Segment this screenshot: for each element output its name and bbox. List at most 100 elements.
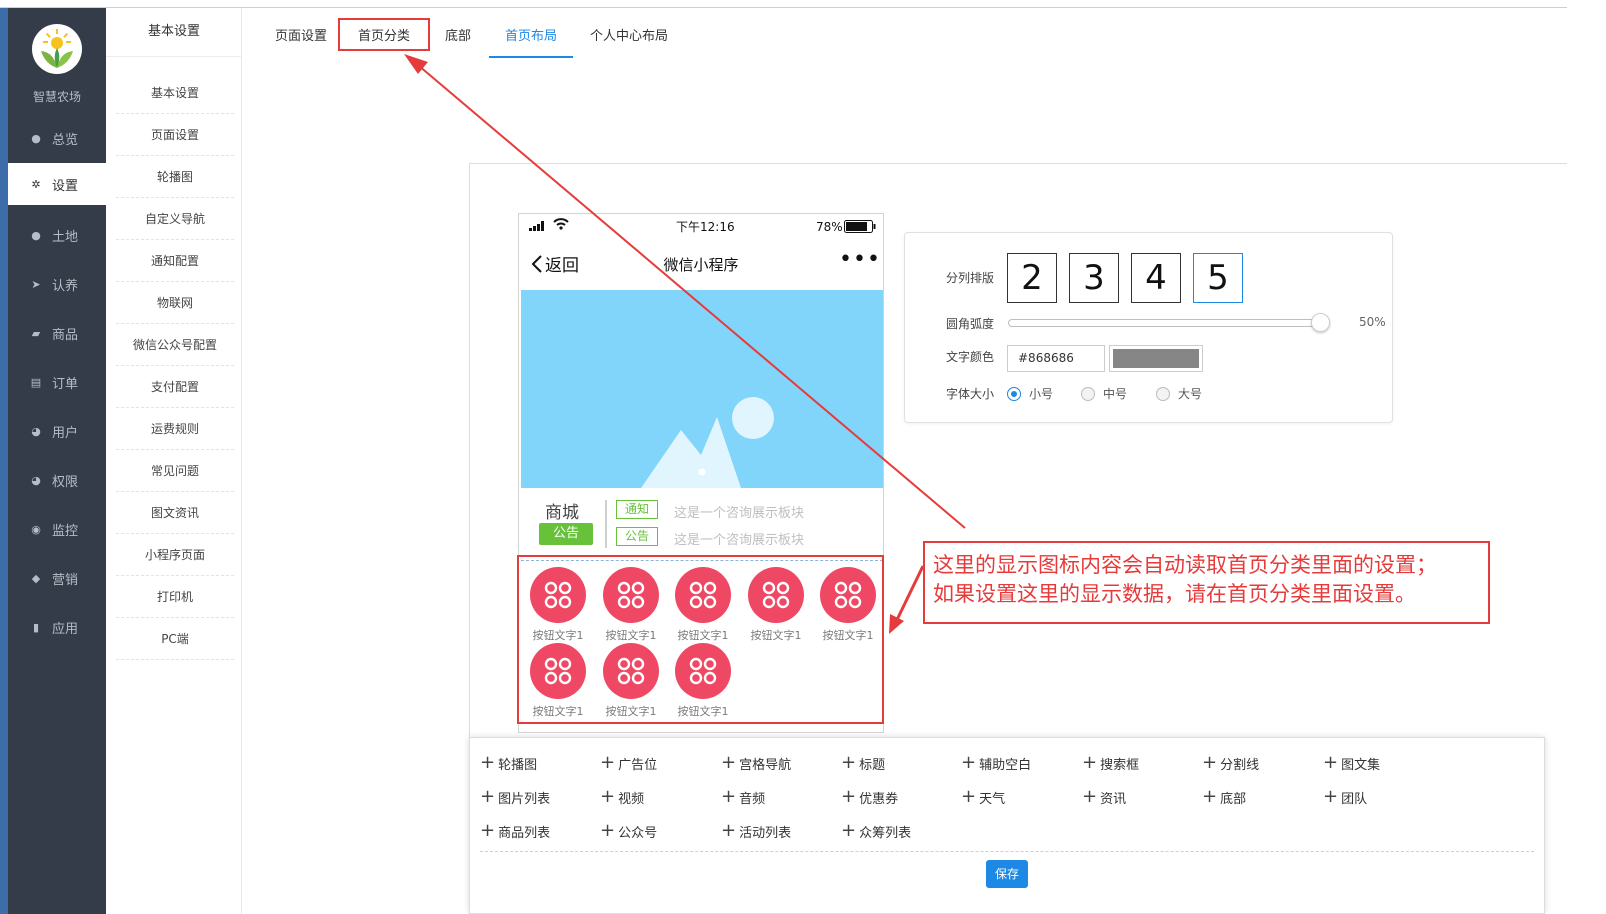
color-input[interactable]: #868686 — [1007, 345, 1105, 372]
add-widget-title[interactable]: + 标题 — [841, 753, 885, 773]
add-widget-video[interactable]: + 视频 — [600, 787, 644, 807]
submenu-item-miniprogram[interactable]: 小程序页面 — [116, 534, 234, 576]
submenu-item-iot[interactable]: 物联网 — [116, 282, 234, 324]
add-widget-footer[interactable]: + 底部 — [1202, 787, 1246, 807]
brand-name: 智慧农场 — [32, 90, 81, 104]
tab-footer[interactable]: 底部 — [442, 22, 474, 58]
tab-home-layout[interactable]: 首页布局 — [489, 22, 573, 58]
radio-dot — [1081, 386, 1095, 401]
plus-icon: + — [961, 752, 977, 773]
plus-icon: + — [1082, 786, 1098, 807]
widget-label: 活动列表 — [739, 825, 792, 841]
window-top-strip — [0, 0, 1606, 8]
more-icon[interactable]: ••• — [839, 247, 881, 272]
widget-label: 辅助空白 — [979, 757, 1032, 773]
sidebar-item-overview[interactable]: ● 总览 — [8, 115, 106, 161]
add-widget-gallery[interactable]: + 图文集 — [1323, 753, 1380, 773]
add-widget-coupon[interactable]: + 优惠券 — [841, 787, 898, 807]
add-widget-official-account[interactable]: + 公众号 — [600, 821, 657, 841]
wifi-icon — [553, 218, 569, 233]
add-widget-product-list[interactable]: + 商品列表 — [480, 821, 550, 841]
tab-page-settings[interactable]: 页面设置 — [272, 22, 330, 58]
radio-label: 中号 — [1103, 387, 1128, 401]
add-widget-team[interactable]: + 团队 — [1323, 787, 1367, 807]
sidebar-item-label: 总览 — [52, 132, 79, 148]
radio-label: 大号 — [1178, 387, 1203, 401]
column-option-2[interactable]: 2 — [1007, 253, 1057, 303]
submenu-item-wechat-mp[interactable]: 微信公众号配置 — [116, 324, 234, 366]
save-button[interactable]: 保存 — [986, 860, 1028, 888]
add-widget-news[interactable]: + 资讯 — [1082, 787, 1126, 807]
sidebar-item-adopt[interactable]: ➤ 认养 — [8, 261, 106, 307]
notice-tag-2: 公告 — [616, 527, 658, 546]
notice-block: 商城 公告 通知 这是一个咨询展示板块 公告 这是一个咨询展示板块 — [521, 494, 883, 554]
notice-tag-1: 通知 — [616, 500, 658, 519]
submenu-item-page[interactable]: 页面设置 — [116, 114, 234, 156]
submenu-item-pc[interactable]: PC端 — [116, 618, 234, 660]
widget-label: 图文集 — [1341, 757, 1381, 773]
add-widget-image-list[interactable]: + 图片列表 — [480, 787, 550, 807]
sidebar-item-settings[interactable]: ✲ 设置 — [8, 163, 106, 205]
font-size-medium-radio[interactable]: 中号 — [1081, 385, 1127, 402]
submenu-item-faq[interactable]: 常见问题 — [116, 450, 234, 492]
widget-label: 底部 — [1220, 791, 1247, 807]
plus-icon: + — [1323, 752, 1339, 773]
submenu-item-articles[interactable]: 图文资讯 — [116, 492, 234, 534]
column-option-3[interactable]: 3 — [1069, 253, 1119, 303]
submenu: 基本设置 基本设置 页面设置 轮播图 自定义导航 通知配置 物联网 微信公众号配… — [106, 8, 242, 914]
font-size-label: 字体大小 — [946, 387, 995, 401]
annotation-highlight-icons — [517, 555, 884, 724]
sidebar-item-orders[interactable]: ▤ 订单 — [8, 359, 106, 405]
sidebar-item-marketing[interactable]: ◆ 营销 — [8, 555, 106, 601]
add-widget-search[interactable]: + 搜索框 — [1082, 753, 1139, 773]
column-option-4[interactable]: 4 — [1131, 253, 1181, 303]
sidebar-item-monitor[interactable]: ◉ 监控 — [8, 506, 106, 552]
submenu-item-shipping[interactable]: 运费规则 — [116, 408, 234, 450]
submenu-item-printer[interactable]: 打印机 — [116, 576, 234, 618]
sidebar-item-label: 订单 — [52, 376, 79, 392]
submenu-item-custom-nav[interactable]: 自定义导航 — [116, 198, 234, 240]
sidebar-item-apps[interactable]: ▮ 应用 — [8, 604, 106, 650]
notice-badge: 公告 — [539, 523, 593, 545]
widget-label: 搜索框 — [1100, 757, 1140, 773]
radius-slider[interactable] — [1008, 319, 1330, 327]
add-widget-weather[interactable]: + 天气 — [961, 787, 1005, 807]
add-widget-divider[interactable]: + 分割线 — [1202, 753, 1259, 773]
tab-profile-layout[interactable]: 个人中心布局 — [586, 22, 672, 58]
add-widget-carousel[interactable]: + 轮播图 — [480, 753, 537, 773]
add-widget-ad[interactable]: + 广告位 — [600, 753, 657, 773]
font-size-small-radio[interactable]: 小号 — [1007, 385, 1053, 402]
sidebar-item-permissions[interactable]: ◕ 权限 — [8, 457, 106, 503]
add-widget-audio[interactable]: + 音频 — [721, 787, 765, 807]
add-widget-activity-list[interactable]: + 活动列表 — [721, 821, 791, 841]
plus-icon: + — [480, 752, 496, 773]
submenu-item-notify[interactable]: 通知配置 — [116, 240, 234, 282]
add-widget-spacer[interactable]: + 辅助空白 — [961, 753, 1031, 773]
notice-divider — [605, 500, 607, 548]
phone-nav-bar: 返回 微信小程序 ••• — [519, 241, 883, 285]
add-widget-grid-nav[interactable]: + 宫格导航 — [721, 753, 791, 773]
plus-icon: + — [480, 786, 496, 807]
color-picker[interactable] — [1109, 345, 1203, 372]
font-size-large-radio[interactable]: 大号 — [1156, 385, 1202, 402]
radius-slider-handle[interactable] — [1311, 313, 1330, 332]
radio-label: 小号 — [1029, 387, 1054, 401]
add-widget-crowdfunding-list[interactable]: + 众筹列表 — [841, 821, 911, 841]
widget-label: 宫格导航 — [739, 757, 792, 773]
submenu-item-basic[interactable]: 基本设置 — [116, 72, 234, 114]
column-option-5[interactable]: 5 — [1193, 253, 1243, 303]
notice-text-1[interactable]: 这是一个咨询展示板块 — [674, 502, 804, 521]
sidebar-item-users[interactable]: ◕ 用户 — [8, 408, 106, 454]
radius-value: 50% — [1359, 315, 1386, 329]
desktop-strip — [0, 0, 8, 914]
sidebar-item-label: 应用 — [52, 621, 79, 637]
battery-icon — [844, 220, 876, 236]
submenu-item-carousel[interactable]: 轮播图 — [116, 156, 234, 198]
sidebar-item-products[interactable]: ▰ 商品 — [8, 310, 106, 356]
widget-panel-divider — [480, 851, 1534, 852]
sidebar-item-land[interactable]: ● 土地 — [8, 212, 106, 258]
submenu-item-payment[interactable]: 支付配置 — [116, 366, 234, 408]
sidebar-item-label: 认养 — [52, 278, 79, 294]
notice-title: 商城 — [545, 503, 579, 523]
notice-text-2[interactable]: 这是一个咨询展示板块 — [674, 529, 804, 548]
